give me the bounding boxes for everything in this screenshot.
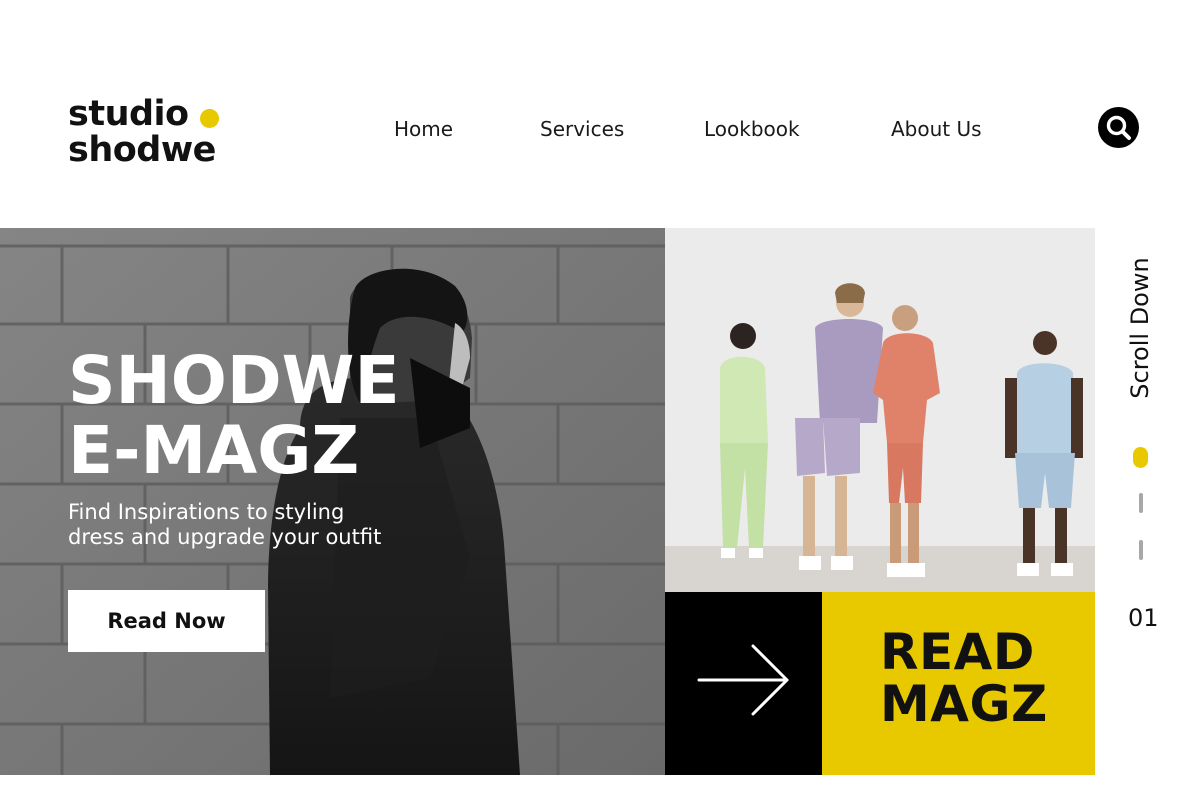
read-magz-line2: MAGZ	[880, 675, 1048, 733]
search-button[interactable]	[1098, 107, 1139, 148]
read-magz-line1: READ	[880, 623, 1035, 681]
logo-text-line2: shodwe	[68, 130, 216, 170]
pager-indicator[interactable]	[1139, 540, 1143, 560]
hero-subtitle-line2: dress and upgrade your outfit	[68, 525, 382, 549]
read-magz-tile[interactable]: READ MAGZ	[822, 592, 1095, 775]
nav-lookbook[interactable]: Lookbook	[704, 117, 800, 141]
hero-subtitle: Find Inspirations to styling dress and u…	[68, 500, 381, 550]
scroll-down-label[interactable]: Scroll Down	[1126, 257, 1154, 398]
hero-title: SHODWE E-MAGZ	[68, 346, 400, 486]
nav-home[interactable]: Home	[394, 117, 453, 141]
hero-subtitle-line1: Find Inspirations to styling	[68, 500, 345, 524]
hero-title-line1: SHODWE	[68, 342, 400, 419]
nav-services[interactable]: Services	[540, 117, 624, 141]
hero-title-line2: E-MAGZ	[68, 412, 360, 489]
nav-about-us[interactable]: About Us	[891, 117, 982, 141]
models-image	[665, 228, 1095, 592]
hero-banner: SHODWE E-MAGZ Find Inspirations to styli…	[0, 228, 665, 775]
pager-indicator[interactable]	[1139, 493, 1143, 513]
read-magz-label: READ MAGZ	[880, 626, 1048, 730]
slide-number: 01	[1128, 604, 1159, 632]
search-icon	[1106, 115, 1131, 140]
arrow-right-icon	[697, 644, 789, 716]
brand-logo[interactable]: studio shodwe	[68, 96, 238, 172]
logo-dot	[200, 109, 219, 128]
next-arrow-button[interactable]	[665, 592, 822, 775]
read-now-button[interactable]: Read Now	[68, 590, 265, 652]
pager-indicator-active[interactable]	[1133, 447, 1148, 468]
lookbook-photo	[665, 228, 1095, 592]
